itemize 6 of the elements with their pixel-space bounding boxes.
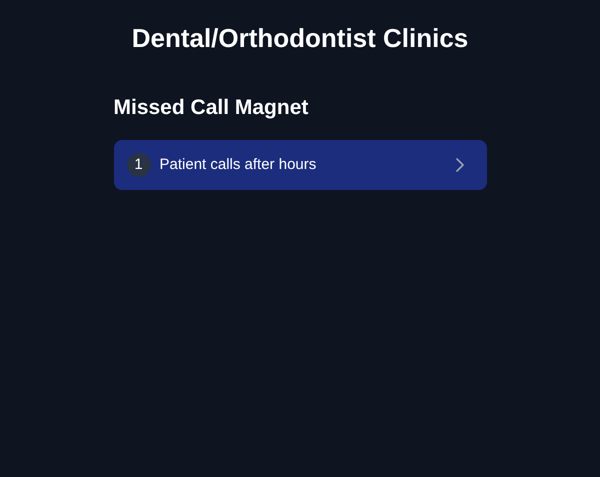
section-heading: Missed Call Magnet — [114, 95, 310, 121]
step-number: 1 — [126, 153, 150, 177]
chevron-right-icon — [456, 158, 464, 172]
item-label: Patient calls after hours — [160, 154, 318, 175]
list-item[interactable]: 1 Patient calls after hours — [114, 140, 486, 190]
page-title: Dental/Orthodontist Clinics — [132, 22, 468, 54]
